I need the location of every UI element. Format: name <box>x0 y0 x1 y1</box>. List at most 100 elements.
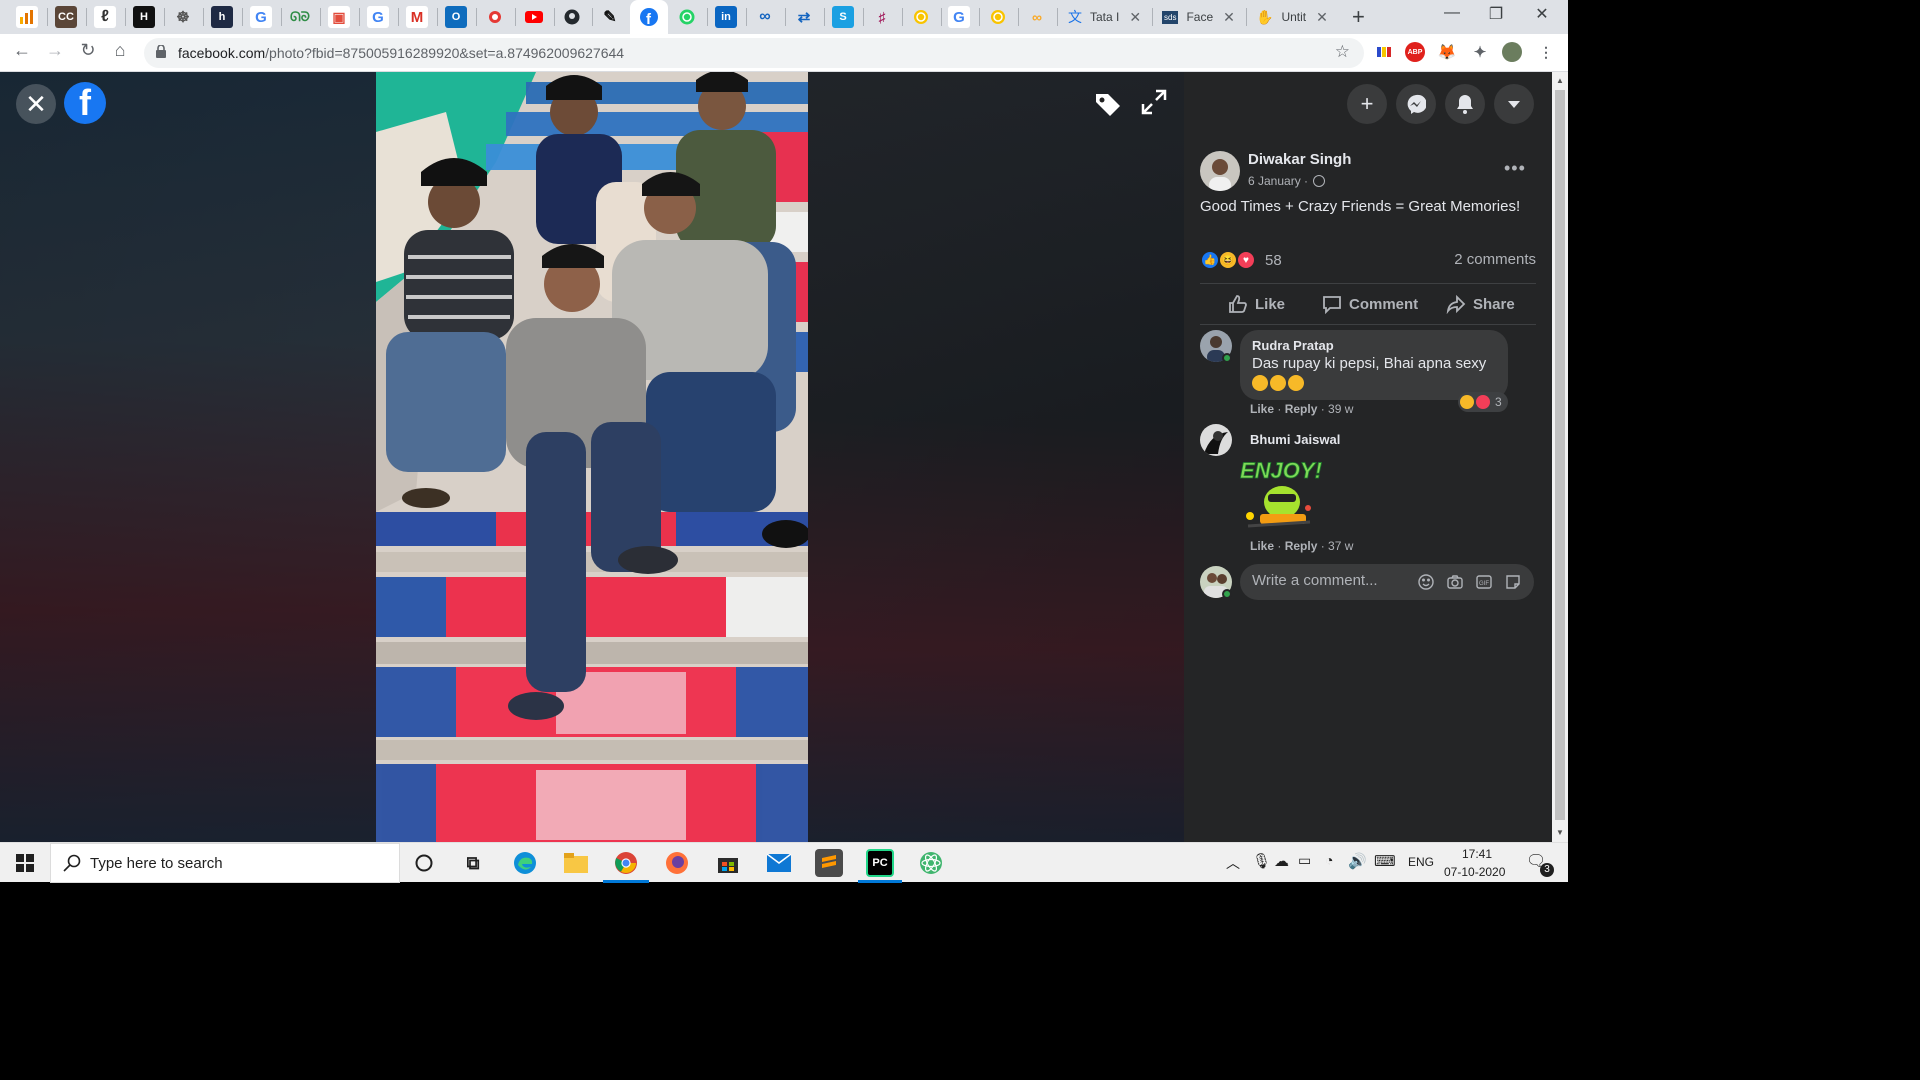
file-explorer-icon[interactable] <box>562 849 590 877</box>
google-icon[interactable]: G <box>367 6 389 28</box>
clock-date[interactable]: 07-10-2020 <box>1444 865 1505 879</box>
comment-reactions[interactable]: 3 <box>1458 392 1508 412</box>
close-viewer-button[interactable]: ✕ <box>16 84 56 124</box>
rings-icon[interactable]: ∞ <box>1026 6 1048 28</box>
share-button[interactable]: Share <box>1446 292 1515 316</box>
home-button[interactable]: ⌂ <box>108 40 132 61</box>
back-button[interactable]: ← <box>10 40 34 61</box>
post-photo[interactable] <box>376 72 808 842</box>
s-app-icon[interactable]: S <box>832 6 854 28</box>
arrows-icon[interactable]: ⇄ <box>793 6 815 28</box>
more-options-icon[interactable]: ••• <box>1504 158 1526 179</box>
commenter-name[interactable]: Rudra Pratap <box>1252 338 1496 353</box>
close-tab-icon[interactable]: ✕ <box>1129 9 1141 26</box>
store-icon[interactable] <box>714 849 742 877</box>
minimize-button[interactable]: — <box>1432 4 1472 22</box>
restore-button[interactable]: ❐ <box>1476 4 1516 24</box>
onedrive-cloud-icon[interactable]: ☁ <box>1274 852 1289 870</box>
record-icon[interactable] <box>484 6 506 28</box>
google-icon[interactable]: G <box>250 6 272 28</box>
wifi-icon[interactable]: ◔ <box>1325 852 1333 868</box>
new-tab-button[interactable]: + <box>1352 4 1365 30</box>
enjoy-sticker[interactable]: ENJOY! <box>1238 456 1322 536</box>
linkedin-icon[interactable]: in <box>715 6 737 28</box>
tab-untitled[interactable]: ✋ Untit ✕ <box>1256 0 1328 34</box>
commenter-name[interactable]: Bhumi Jaiswal <box>1250 432 1340 447</box>
keyboard-icon[interactable]: ⌨ <box>1374 852 1396 870</box>
like-button[interactable]: Like <box>1228 292 1285 316</box>
metamask-icon[interactable]: 🦊 <box>1437 42 1457 62</box>
microphone-icon[interactable]: 🎙 <box>1252 852 1271 870</box>
scrollbar-thumb[interactable] <box>1555 90 1565 820</box>
hat-icon[interactable]: ☸ <box>172 6 194 28</box>
gfg-icon[interactable]: ᘏᘐ <box>289 6 311 28</box>
atom-icon[interactable] <box>917 849 945 877</box>
taskbar-search[interactable]: Type here to search <box>50 843 400 883</box>
firefox-icon[interactable] <box>663 849 691 877</box>
windows-start-icon[interactable] <box>16 854 34 872</box>
tab-face[interactable]: sds Face ✕ <box>1162 0 1235 34</box>
whatsapp-icon[interactable] <box>676 6 698 28</box>
comment-reply-link[interactable]: Reply <box>1285 539 1318 553</box>
reload-button[interactable]: ↻ <box>76 40 100 61</box>
hackerrank-icon[interactable]: h <box>211 6 233 28</box>
profile-avatar[interactable] <box>1502 42 1522 62</box>
create-button[interactable]: + <box>1347 84 1387 124</box>
emoji-picker-icon[interactable] <box>1418 574 1434 590</box>
forward-button[interactable]: → <box>43 40 67 61</box>
battery-icon[interactable]: ▭ <box>1298 852 1311 869</box>
extensions-puzzle-icon[interactable]: ✦ <box>1470 42 1490 62</box>
account-menu-button[interactable] <box>1494 84 1534 124</box>
messenger-icon[interactable] <box>1396 84 1436 124</box>
comment-reply-link[interactable]: Reply <box>1285 402 1318 416</box>
gif-icon[interactable]: GIF <box>1476 574 1492 590</box>
commenter-avatar[interactable] <box>1200 424 1232 456</box>
infinity-icon[interactable]: ∞ <box>754 6 776 28</box>
comments-count[interactable]: 2 comments <box>1454 251 1536 268</box>
comment-like-link[interactable]: Like <box>1250 539 1274 553</box>
page-scrollbar[interactable]: ▲ ▼ <box>1552 72 1568 842</box>
clock-time[interactable]: 17:41 <box>1462 847 1492 861</box>
pdf-icon[interactable]: ▣ <box>328 6 350 28</box>
github-icon[interactable] <box>561 6 583 28</box>
analytics-icon[interactable] <box>16 6 38 28</box>
comment-composer[interactable]: GIF <box>1240 564 1534 600</box>
close-tab-icon[interactable]: ✕ <box>1223 9 1235 26</box>
sticker-icon[interactable] <box>1505 574 1521 590</box>
language-indicator[interactable]: ENG <box>1408 855 1434 869</box>
author-avatar[interactable] <box>1200 151 1240 191</box>
pencil-icon[interactable]: ✎ <box>599 6 621 28</box>
author-name[interactable]: Diwakar Singh <box>1248 151 1351 168</box>
extension-flag-icon[interactable] <box>1374 42 1394 62</box>
scroll-up-arrow-icon[interactable]: ▲ <box>1556 76 1564 85</box>
facebook-logo[interactable]: f <box>64 82 106 124</box>
tray-chevron-icon[interactable]: ︿ <box>1226 853 1240 873</box>
sublime-text-icon[interactable] <box>815 849 843 877</box>
coin-icon[interactable] <box>987 6 1009 28</box>
tab-tata[interactable]: 文 Tata I ✕ <box>1068 0 1141 34</box>
comment-input[interactable] <box>1252 572 1412 589</box>
google-icon[interactable]: G <box>948 6 970 28</box>
hash-icon[interactable]: ♯ <box>871 6 893 28</box>
chrome-menu-icon[interactable]: ⋮ <box>1536 42 1556 62</box>
volume-icon[interactable]: 🔊 <box>1348 852 1367 870</box>
youtube-icon[interactable] <box>523 6 545 28</box>
cc-icon[interactable]: CC <box>55 6 77 28</box>
reaction-count[interactable]: 58 <box>1265 252 1282 269</box>
coin-icon[interactable] <box>910 6 932 28</box>
camera-icon[interactable] <box>1447 574 1463 590</box>
notifications-bell-icon[interactable] <box>1445 84 1485 124</box>
edge-icon[interactable] <box>511 849 539 877</box>
omnibox[interactable]: facebook.com/photo?fbid=875005916289920&… <box>144 38 1364 68</box>
task-view-icon[interactable]: ⧉ <box>459 849 487 877</box>
tag-icon[interactable] <box>1092 88 1124 120</box>
chrome-icon[interactable] <box>612 849 640 877</box>
adblock-icon[interactable]: ABP <box>1405 42 1425 62</box>
bookmark-star-icon[interactable]: ☆ <box>1335 42 1350 62</box>
comment-like-link[interactable]: Like <box>1250 402 1274 416</box>
url-text[interactable]: facebook.com/photo?fbid=875005916289920&… <box>178 45 624 61</box>
comment-button[interactable]: Comment <box>1322 292 1418 316</box>
cortana-icon[interactable] <box>410 849 438 877</box>
post-date[interactable]: 6 January · <box>1248 174 1326 188</box>
pen-tab-icon[interactable]: ℓ <box>94 6 116 28</box>
